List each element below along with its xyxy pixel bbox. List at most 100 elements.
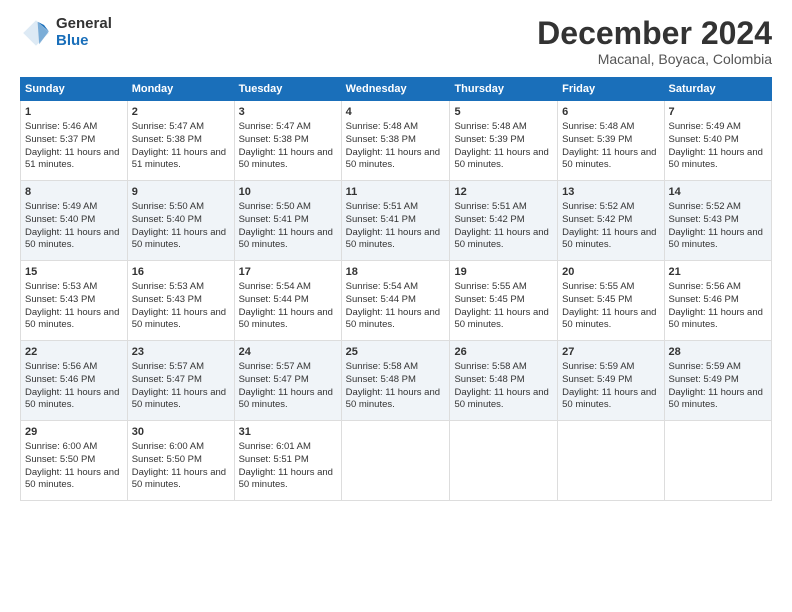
sunrise-label: Sunrise: 5:55 AM bbox=[562, 281, 634, 292]
month-title: December 2024 bbox=[537, 16, 772, 51]
sunrise-label: Sunrise: 5:57 AM bbox=[132, 361, 204, 372]
sunrise-label: Sunrise: 5:58 AM bbox=[454, 361, 526, 372]
sunset-label: Sunset: 5:49 PM bbox=[562, 374, 632, 385]
sunrise-label: Sunrise: 6:01 AM bbox=[239, 441, 311, 452]
daylight-label: Daylight: 11 hours and 50 minutes. bbox=[562, 387, 656, 411]
daylight-label: Daylight: 11 hours and 50 minutes. bbox=[562, 307, 656, 331]
calendar-cell: 22 Sunrise: 5:56 AM Sunset: 5:46 PM Dayl… bbox=[21, 341, 128, 421]
day-number: 4 bbox=[346, 105, 446, 120]
calendar-cell: 11 Sunrise: 5:51 AM Sunset: 5:41 PM Dayl… bbox=[341, 181, 450, 261]
sunset-label: Sunset: 5:43 PM bbox=[132, 294, 202, 305]
day-number: 6 bbox=[562, 105, 659, 120]
day-number: 11 bbox=[346, 185, 446, 200]
sunrise-label: Sunrise: 6:00 AM bbox=[25, 441, 97, 452]
sunrise-label: Sunrise: 5:48 AM bbox=[562, 121, 634, 132]
daylight-label: Daylight: 11 hours and 51 minutes. bbox=[25, 147, 119, 171]
daylight-label: Daylight: 11 hours and 50 minutes. bbox=[346, 227, 440, 251]
calendar-cell: 14 Sunrise: 5:52 AM Sunset: 5:43 PM Dayl… bbox=[664, 181, 771, 261]
calendar-cell: 30 Sunrise: 6:00 AM Sunset: 5:50 PM Dayl… bbox=[127, 421, 234, 501]
sunset-label: Sunset: 5:50 PM bbox=[132, 454, 202, 465]
title-area: December 2024 Macanal, Boyaca, Colombia bbox=[537, 16, 772, 67]
calendar-cell: 2 Sunrise: 5:47 AM Sunset: 5:38 PM Dayli… bbox=[127, 101, 234, 181]
col-sunday: Sunday bbox=[21, 78, 128, 101]
daylight-label: Daylight: 11 hours and 50 minutes. bbox=[25, 467, 119, 491]
header: General Blue December 2024 Macanal, Boya… bbox=[20, 16, 772, 67]
daylight-label: Daylight: 11 hours and 51 minutes. bbox=[132, 147, 226, 171]
sunset-label: Sunset: 5:44 PM bbox=[239, 294, 309, 305]
calendar-cell bbox=[558, 421, 664, 501]
daylight-label: Daylight: 11 hours and 50 minutes. bbox=[239, 307, 333, 331]
day-number: 5 bbox=[454, 105, 553, 120]
daylight-label: Daylight: 11 hours and 50 minutes. bbox=[454, 147, 548, 171]
logo-icon bbox=[20, 17, 52, 49]
week-row-4: 22 Sunrise: 5:56 AM Sunset: 5:46 PM Dayl… bbox=[21, 341, 772, 421]
daylight-label: Daylight: 11 hours and 50 minutes. bbox=[239, 467, 333, 491]
daylight-label: Daylight: 11 hours and 50 minutes. bbox=[454, 227, 548, 251]
week-row-3: 15 Sunrise: 5:53 AM Sunset: 5:43 PM Dayl… bbox=[21, 261, 772, 341]
calendar-cell: 25 Sunrise: 5:58 AM Sunset: 5:48 PM Dayl… bbox=[341, 341, 450, 421]
daylight-label: Daylight: 11 hours and 50 minutes. bbox=[132, 227, 226, 251]
sunrise-label: Sunrise: 5:52 AM bbox=[562, 201, 634, 212]
week-row-5: 29 Sunrise: 6:00 AM Sunset: 5:50 PM Dayl… bbox=[21, 421, 772, 501]
calendar-cell: 9 Sunrise: 5:50 AM Sunset: 5:40 PM Dayli… bbox=[127, 181, 234, 261]
col-friday: Friday bbox=[558, 78, 664, 101]
calendar-cell: 16 Sunrise: 5:53 AM Sunset: 5:43 PM Dayl… bbox=[127, 261, 234, 341]
daylight-label: Daylight: 11 hours and 50 minutes. bbox=[132, 467, 226, 491]
day-number: 21 bbox=[669, 265, 767, 280]
sunset-label: Sunset: 5:47 PM bbox=[132, 374, 202, 385]
sunset-label: Sunset: 5:40 PM bbox=[132, 214, 202, 225]
calendar-cell: 19 Sunrise: 5:55 AM Sunset: 5:45 PM Dayl… bbox=[450, 261, 558, 341]
sunset-label: Sunset: 5:47 PM bbox=[239, 374, 309, 385]
daylight-label: Daylight: 11 hours and 50 minutes. bbox=[669, 147, 763, 171]
daylight-label: Daylight: 11 hours and 50 minutes. bbox=[669, 307, 763, 331]
col-thursday: Thursday bbox=[450, 78, 558, 101]
location: Macanal, Boyaca, Colombia bbox=[537, 51, 772, 67]
calendar-cell: 4 Sunrise: 5:48 AM Sunset: 5:38 PM Dayli… bbox=[341, 101, 450, 181]
daylight-label: Daylight: 11 hours and 50 minutes. bbox=[25, 227, 119, 251]
day-number: 18 bbox=[346, 265, 446, 280]
day-number: 29 bbox=[25, 425, 123, 440]
sunset-label: Sunset: 5:38 PM bbox=[132, 134, 202, 145]
day-number: 23 bbox=[132, 345, 230, 360]
sunset-label: Sunset: 5:41 PM bbox=[239, 214, 309, 225]
sunrise-label: Sunrise: 5:55 AM bbox=[454, 281, 526, 292]
calendar-cell: 20 Sunrise: 5:55 AM Sunset: 5:45 PM Dayl… bbox=[558, 261, 664, 341]
day-number: 8 bbox=[25, 185, 123, 200]
sunset-label: Sunset: 5:37 PM bbox=[25, 134, 95, 145]
daylight-label: Daylight: 11 hours and 50 minutes. bbox=[239, 147, 333, 171]
sunrise-label: Sunrise: 5:54 AM bbox=[346, 281, 418, 292]
daylight-label: Daylight: 11 hours and 50 minutes. bbox=[132, 387, 226, 411]
sunrise-label: Sunrise: 6:00 AM bbox=[132, 441, 204, 452]
day-number: 13 bbox=[562, 185, 659, 200]
sunset-label: Sunset: 5:38 PM bbox=[239, 134, 309, 145]
sunrise-label: Sunrise: 5:56 AM bbox=[25, 361, 97, 372]
daylight-label: Daylight: 11 hours and 50 minutes. bbox=[454, 387, 548, 411]
calendar-cell: 6 Sunrise: 5:48 AM Sunset: 5:39 PM Dayli… bbox=[558, 101, 664, 181]
daylight-label: Daylight: 11 hours and 50 minutes. bbox=[25, 387, 119, 411]
calendar-cell: 21 Sunrise: 5:56 AM Sunset: 5:46 PM Dayl… bbox=[664, 261, 771, 341]
sunrise-label: Sunrise: 5:46 AM bbox=[25, 121, 97, 132]
calendar-cell: 15 Sunrise: 5:53 AM Sunset: 5:43 PM Dayl… bbox=[21, 261, 128, 341]
daylight-label: Daylight: 11 hours and 50 minutes. bbox=[239, 387, 333, 411]
calendar-header: Sunday Monday Tuesday Wednesday Thursday… bbox=[21, 78, 772, 101]
day-number: 9 bbox=[132, 185, 230, 200]
day-number: 26 bbox=[454, 345, 553, 360]
logo-text: General Blue bbox=[56, 16, 112, 49]
day-number: 1 bbox=[25, 105, 123, 120]
logo-general-text: General bbox=[56, 16, 112, 33]
calendar-body: 1 Sunrise: 5:46 AM Sunset: 5:37 PM Dayli… bbox=[21, 101, 772, 501]
sunset-label: Sunset: 5:50 PM bbox=[25, 454, 95, 465]
calendar-cell: 28 Sunrise: 5:59 AM Sunset: 5:49 PM Dayl… bbox=[664, 341, 771, 421]
sunrise-label: Sunrise: 5:47 AM bbox=[132, 121, 204, 132]
col-monday: Monday bbox=[127, 78, 234, 101]
sunrise-label: Sunrise: 5:47 AM bbox=[239, 121, 311, 132]
calendar-cell: 3 Sunrise: 5:47 AM Sunset: 5:38 PM Dayli… bbox=[234, 101, 341, 181]
calendar-cell: 27 Sunrise: 5:59 AM Sunset: 5:49 PM Dayl… bbox=[558, 341, 664, 421]
daylight-label: Daylight: 11 hours and 50 minutes. bbox=[669, 227, 763, 251]
daylight-label: Daylight: 11 hours and 50 minutes. bbox=[562, 147, 656, 171]
calendar-cell bbox=[341, 421, 450, 501]
day-number: 16 bbox=[132, 265, 230, 280]
sunset-label: Sunset: 5:45 PM bbox=[562, 294, 632, 305]
logo: General Blue bbox=[20, 16, 112, 49]
sunrise-label: Sunrise: 5:59 AM bbox=[669, 361, 741, 372]
